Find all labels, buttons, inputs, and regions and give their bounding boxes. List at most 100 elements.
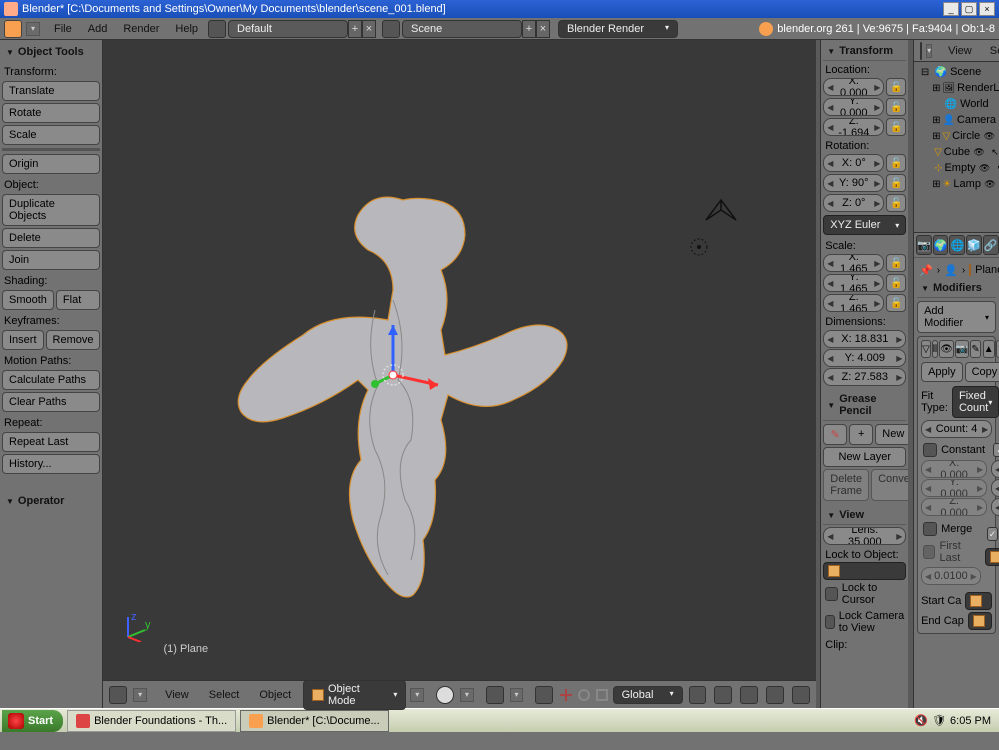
viewport-canvas[interactable]: z y (1) Plane xyxy=(103,40,815,680)
move-up-icon[interactable]: ▲ xyxy=(983,340,995,358)
lock-ry-icon[interactable]: 🔓 xyxy=(886,174,906,192)
system-tray[interactable]: 🔇🛡6:05 PM xyxy=(908,714,997,727)
lock-rz-icon[interactable]: 🔓 xyxy=(886,194,906,212)
copy-button[interactable]: Copy xyxy=(965,362,999,382)
translate-manip-icon[interactable] xyxy=(559,688,573,702)
constraints-tab[interactable]: 🔗 xyxy=(983,235,999,255)
pivot-dropdown[interactable]: ▾ xyxy=(510,688,524,702)
outliner-view-menu[interactable]: View xyxy=(940,45,980,57)
lock-cursor-check[interactable]: Lock to Cursor xyxy=(823,580,906,608)
render-preview-button[interactable] xyxy=(792,686,810,704)
breadcrumb-scene-icon[interactable]: 👤 xyxy=(944,264,958,277)
modifiers-panel-header[interactable]: ▼Modifiers xyxy=(917,279,996,298)
translate-button[interactable]: Translate xyxy=(2,81,100,101)
shading-dropdown[interactable]: ▾ xyxy=(460,688,474,702)
location-y-field[interactable]: ◀Y: 0.000▶ xyxy=(823,98,884,116)
scale-z-field[interactable]: ◀Z: 1.465▶ xyxy=(823,294,884,312)
gp-new-button[interactable]: New xyxy=(875,424,908,445)
outliner-editor-icon[interactable] xyxy=(920,42,922,60)
start-button[interactable]: Start xyxy=(2,710,63,732)
lock-rx-icon[interactable]: 🔓 xyxy=(886,154,906,172)
scene-tab[interactable]: 🌍 xyxy=(933,235,949,255)
delete-frame-button[interactable]: Delete Frame xyxy=(823,469,869,501)
smooth-button[interactable]: Smooth xyxy=(2,290,54,310)
lock-x-icon[interactable]: 🔓 xyxy=(886,78,906,96)
object-menu[interactable]: Object xyxy=(251,689,299,701)
mode-dropdown[interactable]: Object Mode▾ xyxy=(303,680,406,710)
first-last-check[interactable]: First Last xyxy=(921,538,981,566)
close-button[interactable]: × xyxy=(979,2,995,16)
rotation-mode-dropdown[interactable]: XYZ Euler▾ xyxy=(823,215,906,235)
pencil-icon[interactable]: ✎ xyxy=(823,424,847,445)
object-tab[interactable]: 🧊 xyxy=(966,235,982,255)
origin-button[interactable]: Origin xyxy=(2,154,100,174)
menu-file[interactable]: File xyxy=(46,23,80,35)
rel-y-field[interactable]: ◀0.000▶ xyxy=(991,479,999,497)
lock-sy-icon[interactable]: 🔓 xyxy=(886,274,906,292)
clear-paths-button[interactable]: Clear Paths xyxy=(2,392,100,412)
maximize-button[interactable]: ▢ xyxy=(961,2,977,16)
breadcrumb-object[interactable]: Plane xyxy=(975,264,999,276)
outliner-camera[interactable]: ⊞👤Camera👁↖📷 xyxy=(916,112,997,128)
outliner-renderlayers[interactable]: ⊞🖼RenderLaye xyxy=(916,80,997,96)
merge-check[interactable]: Merge xyxy=(921,520,981,538)
outliner-circle[interactable]: ⊞▽Circle👁↖📷 xyxy=(916,128,997,144)
manipulator-toggle[interactable] xyxy=(535,686,553,704)
outliner-world[interactable]: 🌐World xyxy=(916,96,997,112)
operator-header[interactable]: ▼Operator xyxy=(2,491,100,511)
rel-x-field[interactable]: ◀0.000▶ xyxy=(991,460,999,478)
orientation-dropdown[interactable]: Global▾ xyxy=(613,686,683,704)
lens-field[interactable]: ◀Lens: 35.000▶ xyxy=(823,527,906,545)
dim-z-field[interactable]: ◀Z: 27.583▶ xyxy=(823,368,906,386)
const-y-field[interactable]: ◀Y: 0.000▶ xyxy=(921,479,987,497)
tray-icon-1[interactable]: 🔇 xyxy=(914,714,928,727)
lock-camera-check[interactable]: Lock Camera to View xyxy=(823,608,906,636)
fit-type-dropdown[interactable]: Fixed Count▾ xyxy=(952,386,999,418)
view-menu[interactable]: View xyxy=(157,689,197,701)
expand-icon[interactable]: ▽ xyxy=(921,340,931,358)
location-z-field[interactable]: ◀Z: -1.694▶ xyxy=(823,118,884,136)
transform-panel-header[interactable]: ▼Transform xyxy=(823,42,906,61)
world-tab[interactable]: 🌐 xyxy=(949,235,965,255)
mode-extra[interactable]: ▾ xyxy=(410,688,424,702)
scale-y-field[interactable]: ◀Y: 1.465▶ xyxy=(823,274,884,292)
rotation-z-field[interactable]: ◀Z: 0°▶ xyxy=(823,194,884,212)
layers-button-2[interactable] xyxy=(714,686,732,704)
blender-icon[interactable] xyxy=(4,20,22,38)
history-button[interactable]: History... xyxy=(2,454,100,474)
pin-icon[interactable]: 📌 xyxy=(919,264,933,277)
move-down-icon[interactable]: ▼ xyxy=(996,340,999,358)
back-to-previous-button[interactable] xyxy=(208,20,226,38)
taskbar-item-1[interactable]: Blender Foundations - Th... xyxy=(67,710,236,732)
layers-button-1[interactable] xyxy=(689,686,707,704)
start-cap-field[interactable] xyxy=(965,592,992,610)
location-x-field[interactable]: ◀X: 0.000▶ xyxy=(823,78,884,96)
delete-button[interactable]: Delete xyxy=(2,228,100,248)
insert-keyframe-button[interactable]: Insert xyxy=(2,330,44,350)
dim-y-field[interactable]: ◀Y: 4.009▶ xyxy=(823,349,906,367)
rotation-x-field[interactable]: ◀X: 0°▶ xyxy=(823,154,884,172)
pivot-button[interactable] xyxy=(486,686,504,704)
repeat-last-button[interactable]: Repeat Last xyxy=(2,432,100,452)
scene-browse-button[interactable] xyxy=(382,20,400,38)
menu-help[interactable]: Help xyxy=(167,23,206,35)
lock-sx-icon[interactable]: 🔓 xyxy=(886,254,906,272)
layout-delete-button[interactable]: × xyxy=(362,20,376,38)
mod-render-icon[interactable]: 📷 xyxy=(955,340,969,358)
taskbar-item-2[interactable]: Blender* [C:\Docume... xyxy=(240,710,389,732)
scene-add-button[interactable]: + xyxy=(522,20,536,38)
outliner-search-menu[interactable]: Search xyxy=(982,45,999,57)
object-tools-header[interactable]: ▼Object Tools xyxy=(2,42,100,62)
rel-z-field[interactable]: ◀0.000▶ xyxy=(991,498,999,516)
end-cap-field[interactable] xyxy=(968,612,992,630)
remove-keyframe-button[interactable]: Remove xyxy=(46,330,101,350)
viewport-editor-dropdown[interactable]: ▾ xyxy=(133,688,147,702)
outliner-dropdown[interactable]: ▾ xyxy=(926,44,932,58)
outliner-cube[interactable]: ▽Cube👁↖📷 xyxy=(916,144,997,160)
scale-manip-icon[interactable] xyxy=(595,688,609,702)
scale-button[interactable]: Scale xyxy=(2,125,100,145)
gp-add-icon[interactable]: + xyxy=(849,424,873,445)
relative-offset-check[interactable]: ✓Relative xyxy=(991,441,999,459)
scene-delete-button[interactable]: × xyxy=(536,20,550,38)
scene-field[interactable]: Scene xyxy=(402,20,522,38)
